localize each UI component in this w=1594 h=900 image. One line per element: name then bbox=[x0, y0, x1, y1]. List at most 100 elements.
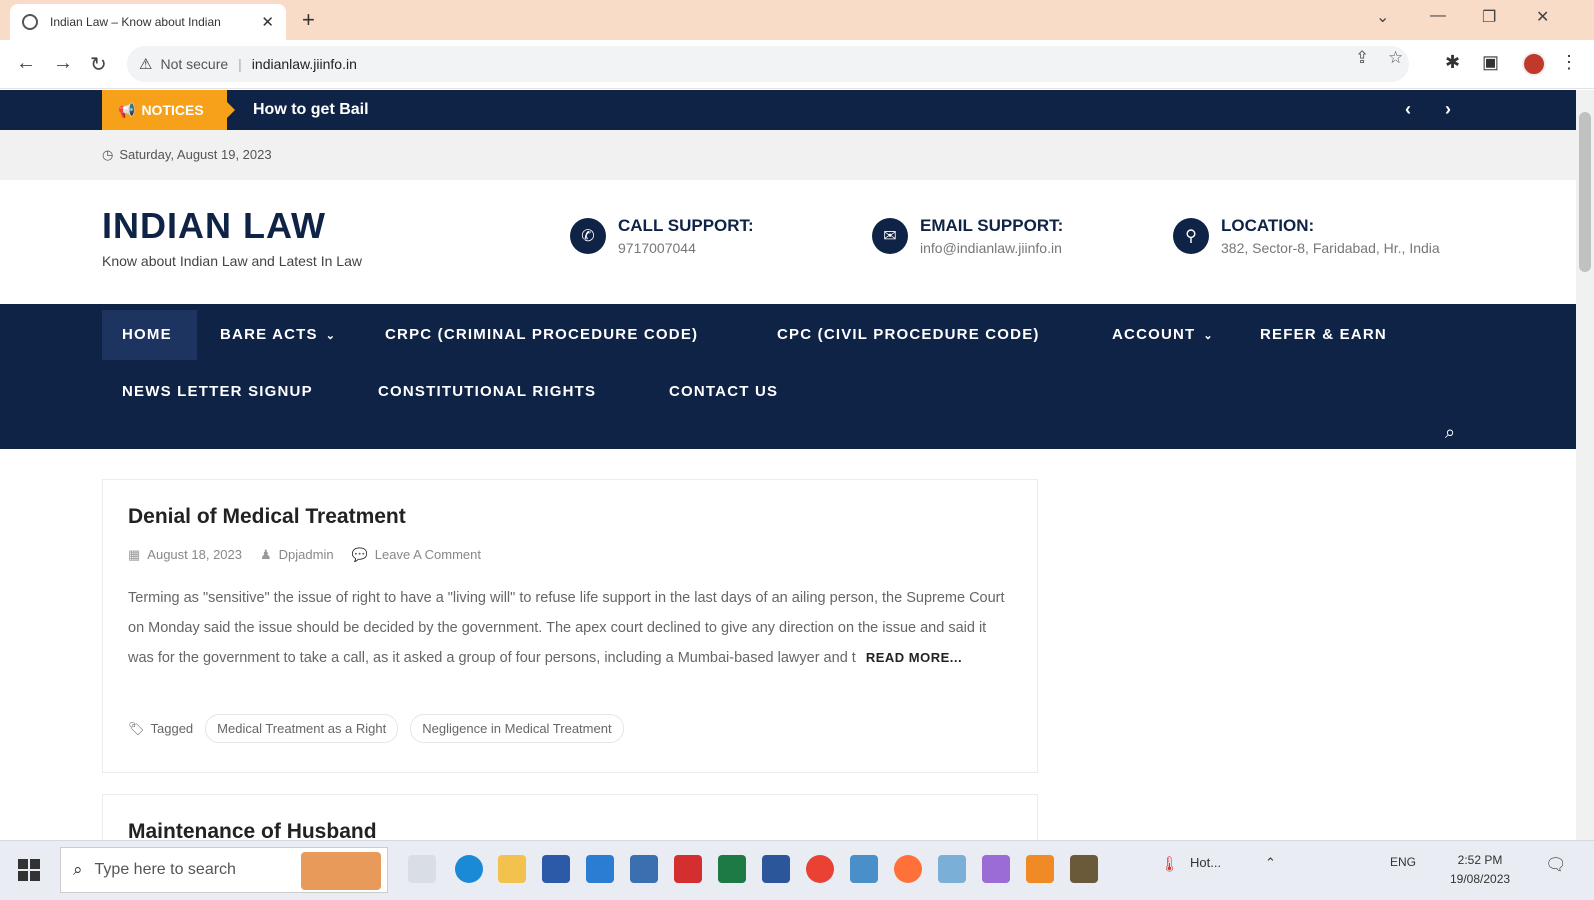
web-page: 📢 NOTICES How to get Bail ‹ › ◷ Saturday,… bbox=[0, 90, 1576, 840]
tab-search-icon[interactable]: ⌄ bbox=[1376, 7, 1389, 27]
nav-home[interactable]: HOME bbox=[122, 326, 172, 343]
language-indicator[interactable]: ENG bbox=[1390, 855, 1416, 869]
clock-icon: ◷ bbox=[102, 147, 114, 162]
post-tags: 🏷 Tagged Medical Treatment as a Right Ne… bbox=[128, 714, 624, 743]
window-close-button[interactable]: ✕ bbox=[1536, 7, 1549, 27]
post-comments[interactable]: Leave A Comment bbox=[375, 547, 481, 563]
nav-contact-us[interactable]: CONTACT US bbox=[669, 383, 778, 400]
word-icon[interactable] bbox=[762, 855, 790, 883]
profile-avatar[interactable] bbox=[1522, 52, 1546, 76]
call-support-number: 9717007044 bbox=[618, 240, 696, 256]
chevron-left-icon[interactable]: ‹ bbox=[1405, 99, 1411, 120]
current-date: ◷ Saturday, August 19, 2023 bbox=[102, 147, 272, 162]
calendar-icon: ▦ bbox=[128, 547, 141, 562]
nav-refer-earn[interactable]: REFER & EARN bbox=[1260, 326, 1387, 343]
firefox-icon[interactable] bbox=[894, 855, 922, 883]
browser-tab[interactable]: Indian Law – Know about Indian ✕ bbox=[10, 4, 286, 40]
reload-icon[interactable]: ↻ bbox=[90, 52, 107, 77]
notice-link[interactable]: How to get Bail bbox=[253, 101, 369, 119]
location-address: 382, Sector-8, Faridabad, Hr., India bbox=[1221, 240, 1440, 256]
weather-text[interactable]: Hot... bbox=[1190, 855, 1221, 870]
envelope-icon: ✉ bbox=[872, 218, 908, 254]
app-icon[interactable] bbox=[938, 855, 966, 883]
nav-cpc[interactable]: CPC (CIVIL PROCEDURE CODE) bbox=[777, 326, 1040, 343]
notice-arrow bbox=[227, 102, 235, 118]
notifications-icon[interactable]: 🗨 bbox=[1545, 855, 1567, 875]
clock-date: 19/08/2023 bbox=[1450, 872, 1511, 886]
system-clock[interactable]: 2:52 PM 19/08/2023 bbox=[1450, 851, 1510, 889]
scrollbar-thumb[interactable] bbox=[1579, 112, 1591, 272]
address-bar[interactable]: ⚠ Not secure | indianlaw.jiinfo.in bbox=[127, 46, 1409, 82]
weather-icon[interactable]: 🌡 bbox=[1160, 855, 1179, 873]
clock-time: 2:52 PM bbox=[1457, 853, 1503, 867]
sidepanel-icon[interactable]: ▣ bbox=[1482, 52, 1499, 73]
user-icon: ♟ bbox=[260, 547, 272, 562]
nav-newsletter[interactable]: NEWS LETTER SIGNUP bbox=[122, 383, 313, 400]
url-text: indianlaw.jiinfo.in bbox=[251, 56, 357, 72]
restore-button[interactable]: ❐ bbox=[1482, 7, 1496, 27]
read-more-link[interactable]: READ MORE... bbox=[866, 650, 962, 665]
megaphone-icon: 📢 bbox=[118, 101, 136, 118]
post-card: Denial of Medical Treatment ▦ August 18, … bbox=[102, 479, 1038, 773]
call-support: ✆ CALL SUPPORT: 9717007044 bbox=[570, 216, 754, 256]
forward-icon[interactable]: → bbox=[53, 52, 73, 75]
acrobat-icon[interactable] bbox=[674, 855, 702, 883]
tab-close-button[interactable]: ✕ bbox=[261, 13, 274, 31]
tagged-label: Tagged bbox=[150, 721, 194, 736]
address-separator: | bbox=[238, 56, 242, 72]
email-support-address: info@indianlaw.jiinfo.in bbox=[920, 240, 1062, 256]
share-icon[interactable]: ⇪ bbox=[1355, 48, 1369, 68]
app-icon[interactable] bbox=[1070, 855, 1098, 883]
nav-account[interactable]: ACCOUNT ⌄ bbox=[1112, 326, 1214, 343]
phone-icon: ✆ bbox=[570, 218, 606, 254]
email-support: ✉ EMAIL SUPPORT: info@indianlaw.jiinfo.i… bbox=[872, 216, 1063, 256]
browser-toolbar: ← → ↻ ⚠ Not secure | indianlaw.jiinfo.in… bbox=[0, 40, 1594, 89]
post-author[interactable]: Dpjadmin bbox=[279, 547, 334, 563]
windows-start-icon[interactable] bbox=[18, 859, 40, 881]
security-label: Not secure bbox=[160, 56, 229, 72]
location: ⚲ LOCATION: 382, Sector-8, Faridabad, Hr… bbox=[1173, 216, 1440, 256]
site-title[interactable]: INDIAN LAW bbox=[102, 205, 326, 247]
new-tab-button[interactable]: + bbox=[302, 7, 315, 33]
location-pin-icon: ⚲ bbox=[1173, 218, 1209, 254]
email-support-label: EMAIL SUPPORT: bbox=[920, 216, 1064, 235]
chevron-down-icon: ⌄ bbox=[1203, 330, 1214, 342]
warning-icon: ⚠ bbox=[139, 56, 153, 73]
tag-link[interactable]: Negligence in Medical Treatment bbox=[410, 714, 624, 743]
menu-dots-icon[interactable]: ⋮ bbox=[1560, 52, 1578, 73]
post-title[interactable]: Denial of Medical Treatment bbox=[128, 505, 406, 529]
nav-constitutional-rights[interactable]: CONSTITUTIONAL RIGHTS bbox=[378, 383, 596, 400]
search-icon[interactable]: ⌕ bbox=[1445, 422, 1455, 443]
bookmark-star-icon[interactable]: ☆ bbox=[1388, 48, 1403, 68]
comment-icon: 💬 bbox=[351, 547, 368, 562]
page-scrollbar[interactable] bbox=[1576, 90, 1594, 840]
chevron-right-icon[interactable]: › bbox=[1445, 99, 1451, 120]
file-explorer-icon[interactable] bbox=[498, 855, 526, 883]
tray-expand-icon[interactable]: ⌃ bbox=[1265, 855, 1276, 871]
photos-icon[interactable] bbox=[630, 855, 658, 883]
call-support-label: CALL SUPPORT: bbox=[618, 216, 754, 235]
extensions-icon[interactable]: ✱ bbox=[1445, 52, 1460, 73]
xampp-icon[interactable] bbox=[1026, 855, 1054, 883]
mail-icon[interactable] bbox=[586, 855, 614, 883]
post-date[interactable]: August 18, 2023 bbox=[147, 547, 242, 563]
chrome-icon[interactable] bbox=[806, 855, 834, 883]
post-excerpt: Terming as "sensitive" the issue of righ… bbox=[128, 590, 1005, 666]
tab-title: Indian Law – Know about Indian bbox=[50, 15, 221, 29]
app-icon[interactable] bbox=[982, 855, 1010, 883]
date-bar: ◷ Saturday, August 19, 2023 bbox=[0, 130, 1576, 180]
nav-bare-acts[interactable]: BARE ACTS ⌄ bbox=[220, 326, 336, 343]
minimize-button[interactable]: — bbox=[1430, 7, 1446, 25]
app-icon[interactable] bbox=[850, 855, 878, 883]
store-icon[interactable] bbox=[542, 855, 570, 883]
search-highlight-icon bbox=[301, 852, 381, 890]
excel-icon[interactable] bbox=[718, 855, 746, 883]
chevron-down-icon: ⌄ bbox=[325, 330, 337, 342]
back-icon[interactable]: ← bbox=[16, 52, 36, 75]
tag-link[interactable]: Medical Treatment as a Right bbox=[205, 714, 399, 743]
nav-crpc[interactable]: CRPC (CRIMINAL PROCEDURE CODE) bbox=[385, 326, 698, 343]
taskbar-search[interactable]: ⌕ Type here to search bbox=[60, 847, 388, 893]
edge-icon[interactable] bbox=[455, 855, 483, 883]
task-view-icon[interactable] bbox=[408, 855, 436, 883]
post-title[interactable]: Maintenance of Husband bbox=[128, 820, 377, 840]
